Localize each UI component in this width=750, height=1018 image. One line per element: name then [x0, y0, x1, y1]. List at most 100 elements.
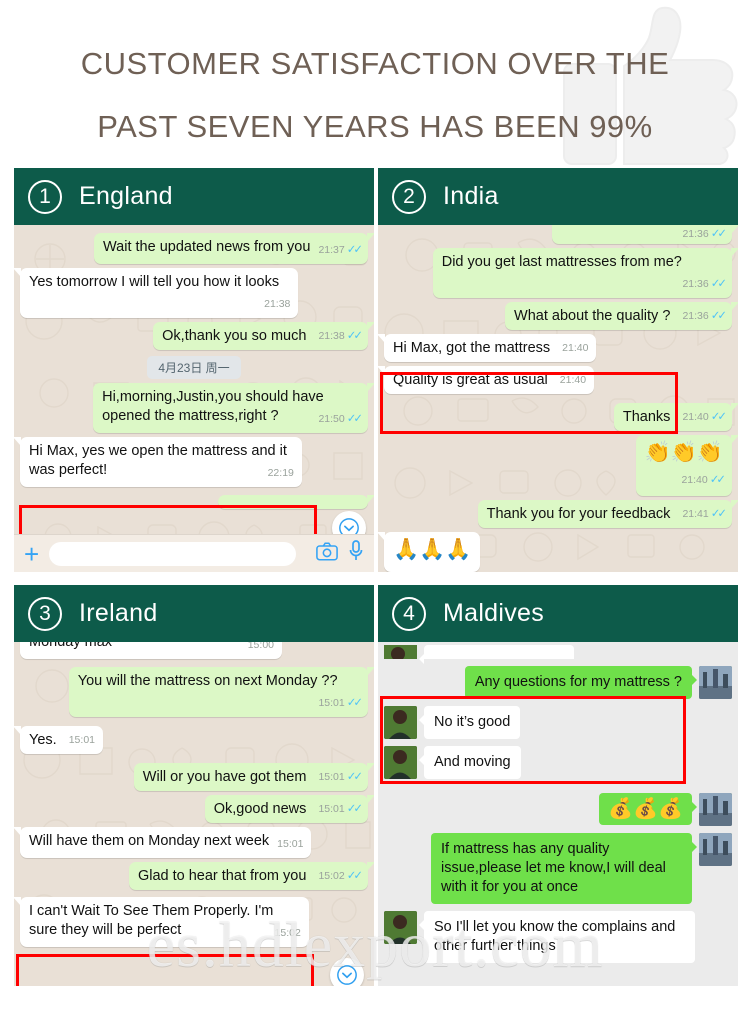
message-row[interactable]: Hi,morning,Justin,you should have opened…	[20, 383, 374, 433]
read-receipt-icon: ✓✓	[346, 244, 363, 256]
message-time: 21:41	[682, 508, 709, 520]
message-row-highlighted[interactable]: Quality is great as usual 21:40	[378, 366, 732, 394]
message-text: Any questions for my mattress ?	[474, 674, 682, 690]
message-bubble: And moving	[419, 746, 521, 779]
panel-number-badge: 1	[28, 179, 62, 214]
message-text: Will or you have got them	[142, 769, 307, 785]
avatar	[699, 793, 732, 826]
message-row[interactable]: Thank you for your feedback 21:41 ✓✓	[384, 500, 738, 528]
message-text: Glad to hear that from you	[137, 868, 307, 884]
microphone-icon[interactable]	[348, 540, 364, 567]
message-row[interactable]: Thanks 21:40 ✓✓	[384, 403, 738, 431]
panel-number-badge: 4	[392, 596, 426, 631]
message-meta: 22:19	[268, 464, 294, 483]
message-emoji: 🙏🙏🙏	[393, 538, 472, 561]
message-text: No it’s good	[434, 714, 511, 730]
message-row-partial[interactable]	[384, 645, 732, 664]
message-text: Wait the updated news from you	[103, 239, 311, 255]
messages-list-maldives: Any questions for my mattress ? No it’s …	[378, 642, 738, 986]
panel-header-maldives: 4 Maldives	[378, 585, 738, 642]
message-row-highlighted[interactable]: I can't Wait To See Them Properly. I'm s…	[14, 897, 368, 947]
panel-header-england: 1 England	[14, 168, 374, 225]
avatar	[384, 911, 417, 944]
message-row[interactable]: 👏👏👏 21:40 ✓✓	[384, 435, 738, 496]
message-row[interactable]: Glad to hear that from you 15:02 ✓✓	[20, 862, 374, 890]
message-row[interactable]: Yes tomorrow I will tell you how it look…	[14, 268, 368, 318]
message-bubble: Quality is great as usual 21:40	[378, 366, 595, 394]
message-row[interactable]: Ok,good news 15:01 ✓✓	[20, 795, 374, 823]
message-row[interactable]: 💰💰💰	[384, 793, 732, 826]
message-row[interactable]: 🙏🙏🙏	[378, 532, 732, 572]
message-row[interactable]: So I'll let you know the complains and o…	[384, 911, 732, 963]
panel-title: Ireland	[79, 599, 158, 627]
message-row[interactable]	[20, 495, 374, 509]
message-bubble: Will or you have got them 15:01 ✓✓	[133, 763, 374, 791]
message-text: Did you get last mattresses from me?	[441, 254, 682, 270]
message-input-field[interactable]	[49, 541, 296, 566]
message-text: What about the quality ?	[514, 308, 671, 324]
message-bubble: Glad to hear that from you 15:02 ✓✓	[128, 862, 374, 890]
message-bubble: Wait the updated news from you 21:37 ✓✓	[94, 233, 374, 264]
read-receipt-icon: ✓✓	[710, 508, 727, 520]
chat-thread-ireland[interactable]: Monday max 15:00 You will the mattress o…	[14, 642, 374, 986]
message-bubble: Did you get last mattresses from me? 21:…	[432, 248, 738, 298]
message-bubble: I can't Wait To See Them Properly. I'm s…	[14, 897, 309, 947]
message-bubble: So I'll let you know the complains and o…	[418, 911, 696, 963]
message-bubble: No it’s good	[418, 706, 521, 739]
message-row[interactable]: Will have them on Monday next week 15:01	[14, 827, 368, 858]
message-bubble: You will the mattress on next Monday ?? …	[68, 667, 374, 717]
message-meta: 15:00	[248, 642, 274, 655]
message-bubble: Hi,morning,Justin,you should have opened…	[93, 383, 374, 433]
message-time: 21:40	[682, 411, 709, 423]
message-row-partial[interactable]: Monday max 15:00	[20, 642, 368, 659]
message-row-highlighted[interactable]: No it’s good	[384, 706, 732, 739]
message-text: If mattress has any quality issue,please…	[441, 841, 666, 895]
message-text: Hi,morning,Justin,you should have opened…	[102, 389, 324, 424]
read-receipt-icon: ✓✓	[346, 803, 363, 815]
message-row[interactable]: If mattress has any quality issue,please…	[384, 833, 732, 904]
message-row[interactable]: Will or you have got them 15:01 ✓✓	[20, 763, 374, 791]
read-receipt-icon: ✓✓	[710, 228, 727, 240]
message-bubble: Thank you for your feedback 21:41 ✓✓	[477, 500, 738, 528]
message-text: You will the mattress on next Monday ??	[77, 673, 338, 689]
camera-icon[interactable]	[316, 541, 338, 566]
message-text: Monday max	[29, 642, 113, 650]
read-receipt-icon: ✓✓	[710, 310, 727, 322]
message-bubble-emoji: 👏👏👏 21:40 ✓✓	[635, 435, 738, 496]
message-meta: 21:40 ✓✓	[682, 408, 727, 427]
message-row[interactable]: Wait the updated news from you 21:37 ✓✓	[20, 233, 374, 264]
message-meta: 15:01 ✓✓	[318, 800, 363, 819]
message-bubble: Any questions for my mattress ?	[464, 666, 698, 699]
message-time: 21:40	[681, 474, 708, 486]
read-receipt-icon: ✓✓	[346, 413, 363, 425]
message-row[interactable]: Yes. 15:01	[14, 726, 368, 754]
message-row[interactable]: What about the quality ? 21:36 ✓✓	[384, 302, 738, 330]
message-row[interactable]: Any questions for my mattress ?	[384, 666, 732, 699]
message-input-bar[interactable]: +	[14, 534, 374, 572]
messages-list-england: Wait the updated news from you 21:37 ✓✓ Y…	[14, 225, 374, 572]
message-bubble: Hi Max, yes we open the mattress and it …	[14, 437, 302, 487]
message-text: Ok,thank you so much	[162, 328, 307, 344]
message-row[interactable]: You will the mattress on next Monday ?? …	[20, 667, 374, 717]
message-row[interactable]: Did you get last mattresses from me? 21:…	[384, 248, 738, 298]
read-receipt-icon: ✓✓	[709, 474, 726, 486]
message-row-highlighted[interactable]: And moving	[384, 746, 732, 779]
scroll-to-bottom-button[interactable]	[330, 958, 364, 986]
message-row-partial[interactable]: 21:36 ✓✓	[384, 225, 738, 244]
message-meta: 15:01	[69, 731, 95, 750]
message-bubble: Monday max 15:00	[20, 642, 282, 659]
message-meta: 21:38 ✓✓	[318, 327, 363, 346]
panel-title: India	[443, 182, 499, 210]
attach-plus-icon[interactable]: +	[24, 541, 39, 567]
chat-thread-india[interactable]: 21:36 ✓✓ Did you get last mattresses from…	[378, 225, 738, 572]
message-time: 22:19	[267, 467, 294, 479]
message-time: 21:36	[682, 278, 709, 290]
chat-thread-maldives[interactable]: Any questions for my mattress ? No it’s …	[378, 642, 738, 986]
message-meta: 21:37 ✓✓	[318, 241, 363, 260]
message-row[interactable]: Ok,thank you so much 21:38 ✓✓	[20, 322, 374, 350]
message-text: So I'll let you know the complains and o…	[434, 919, 676, 954]
message-row-highlighted[interactable]: Hi Max, got the mattress 21:40	[378, 334, 732, 362]
panel-ireland: 3 Ireland Monday max 15:00 You will the …	[14, 585, 374, 986]
chat-thread-england[interactable]: Wait the updated news from you 21:37 ✓✓ Y…	[14, 225, 374, 572]
message-row-highlighted[interactable]: Hi Max, yes we open the mattress and it …	[14, 437, 368, 487]
